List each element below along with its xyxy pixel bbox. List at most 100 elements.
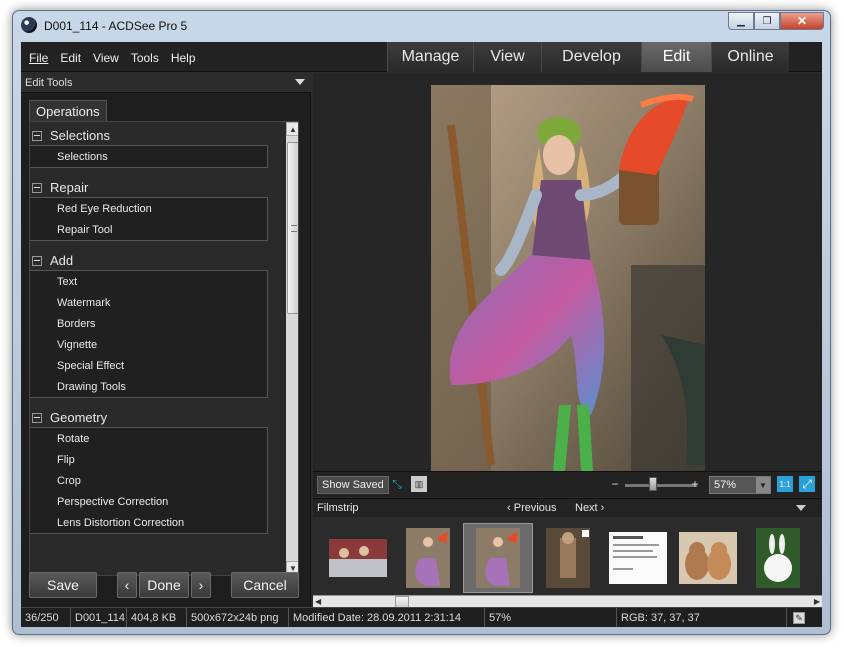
group-geometry[interactable]: Geometry [32,410,107,425]
minimize-button[interactable]: ▁ [728,12,754,30]
thumbnail[interactable] [323,523,393,593]
op-perspective-correction[interactable]: Perspective Correction [30,491,267,512]
op-text[interactable]: Text [30,271,267,292]
op-repair-tool[interactable]: Repair Tool [30,219,267,240]
filmstrip-label: Filmstrip [317,502,359,514]
zoom-slider-handle[interactable] [649,477,657,491]
thumbnail[interactable] [393,523,463,593]
menu-edit[interactable]: Edit [60,51,81,65]
edit-tools-panel: Edit Tools Operations Selections Selecti… [21,73,311,607]
show-saved-button[interactable]: Show Saved [317,476,389,494]
panel-menu-arrow-icon[interactable] [295,79,305,85]
collapse-icon[interactable] [32,412,42,423]
group-title: Selections [50,128,110,143]
fit-arrows-icon[interactable]: ⤡ [389,476,405,492]
actual-size-button[interactable]: 1:1 [777,476,793,492]
main-menu: File Edit View Tools Help [29,51,196,65]
tab-edit[interactable]: Edit [641,42,711,72]
collapse-icon[interactable] [32,130,42,141]
thumbnail[interactable] [533,523,603,593]
mode-tabs: Manage View Develop Edit Online [387,42,789,72]
next-label: Next [575,502,598,514]
group-selections[interactable]: Selections [32,128,110,143]
scroll-thumb[interactable] [287,142,298,314]
thumbnail-painter-image [476,528,520,588]
group-list-repair: Red Eye Reduction Repair Tool [30,197,268,241]
tab-online[interactable]: Online [711,42,789,72]
done-button[interactable]: Done [139,572,189,598]
status-filename: D001_114 [71,608,127,627]
thumbnail-kittens-image [679,532,737,584]
op-red-eye-reduction[interactable]: Red Eye Reduction [30,198,267,219]
previous-link[interactable]: ‹ Previous [507,502,557,514]
thumbnail[interactable] [743,523,813,593]
menu-help[interactable]: Help [171,51,196,65]
collapse-icon[interactable] [32,182,42,193]
scroll-right-icon[interactable]: ▶ [814,597,820,606]
op-special-effect[interactable]: Special Effect [30,355,267,376]
op-borders[interactable]: Borders [30,313,267,334]
close-button[interactable]: ✕ [780,12,824,30]
group-title: Repair [50,180,89,195]
menu-bar: File Edit View Tools Help Manage View De… [21,42,822,72]
chevron-right-icon: › [597,502,605,514]
save-button[interactable]: Save [29,572,97,598]
next-link[interactable]: Next › [575,502,604,514]
tab-view[interactable]: View [473,42,541,72]
menu-view[interactable]: View [93,51,119,65]
chevron-left-icon: ‹ [507,502,514,514]
thumbnail-rabbit-image [756,528,800,588]
thumbnail[interactable] [673,523,743,593]
thumbnail[interactable] [603,523,673,593]
group-repair[interactable]: Repair [32,180,88,195]
thumbnail-crowd-image [329,539,387,577]
viewer-toolbar: Show Saved ⤡ ▥ − + 57% ▼ 1:1 ⤢ [313,471,822,497]
op-flip[interactable]: Flip [30,449,267,470]
fit-image-icon[interactable]: ⤢ [799,476,815,492]
scroll-up-icon[interactable]: ▲ [286,122,298,136]
op-drawing-tools[interactable]: Drawing Tools [30,376,267,397]
next-button[interactable]: › [191,572,211,598]
menu-tools[interactable]: Tools [131,51,159,65]
edited-photo[interactable] [431,85,705,471]
group-add[interactable]: Add [32,253,73,268]
status-filesize: 404,8 KB [127,608,187,627]
grip-icon [291,225,297,232]
operations-scrollbar[interactable]: ▲ ▼ [286,122,298,575]
op-vignette[interactable]: Vignette [30,334,267,355]
group-title: Add [50,253,74,268]
collapse-icon[interactable] [32,255,42,266]
thumbnail-selected[interactable] [463,523,533,593]
panel-title: Edit Tools [25,77,73,89]
op-lens-distortion-correction[interactable]: Lens Distortion Correction [30,512,267,533]
chevron-down-icon[interactable]: ▼ [756,477,770,493]
filmstrip-menu-arrow-icon[interactable] [796,505,806,511]
histogram-icon[interactable]: ▥ [411,476,427,492]
cancel-button[interactable]: Cancel [231,572,299,598]
zoom-in-button[interactable]: + [687,476,703,492]
tab-operations[interactable]: Operations [29,100,107,122]
title-bar[interactable]: D001_114 - ACDSee Pro 5 ▁ ❐ ✕ [13,11,830,41]
filmstrip-header: Filmstrip ‹ Previous Next › [313,499,822,517]
pencil-icon[interactable]: ✎ [793,612,805,624]
panel-header[interactable]: Edit Tools [21,73,311,93]
zoom-out-button[interactable]: − [607,476,623,492]
op-rotate[interactable]: Rotate [30,428,267,449]
group-list-selections: Selections [30,145,268,168]
scroll-left-icon[interactable]: ◀ [315,597,321,606]
op-watermark[interactable]: Watermark [30,292,267,313]
app-window: D001_114 - ACDSee Pro 5 ▁ ❐ ✕ File Edit … [12,10,831,635]
zoom-level-select[interactable]: 57% ▼ [709,476,771,494]
status-bar: 36/250 D001_114 404,8 KB 500x672x24b png… [21,607,822,627]
image-viewer[interactable] [313,73,822,471]
previous-button[interactable]: ‹ [117,572,137,598]
op-crop[interactable]: Crop [30,470,267,491]
thumbnail-sculpture-image [546,528,590,588]
tab-manage[interactable]: Manage [387,42,473,72]
maximize-button[interactable]: ❐ [754,12,780,30]
status-modified-date: Modified Date: 28.09.2011 2:31:14 [289,608,485,627]
op-selections[interactable]: Selections [30,146,267,167]
tab-develop[interactable]: Develop [541,42,641,72]
window-title: D001_114 - ACDSee Pro 5 [44,19,188,33]
menu-file[interactable]: File [29,51,48,65]
